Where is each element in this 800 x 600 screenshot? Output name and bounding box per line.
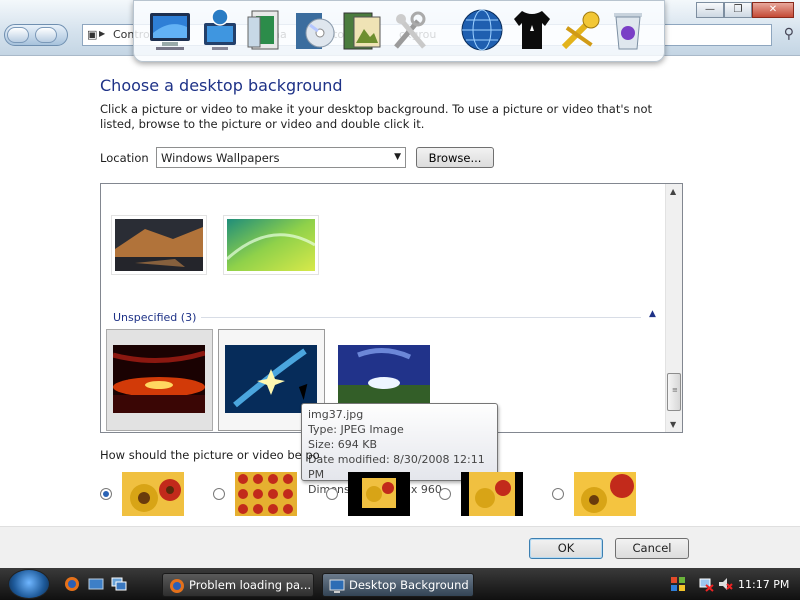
grip-icon: ≡ <box>672 386 678 394</box>
close-button[interactable]: ✕ <box>752 2 794 18</box>
search-icon[interactable]: ⚲ <box>784 26 794 42</box>
show-desktop-icon[interactable] <box>88 576 104 592</box>
maximize-button[interactable]: ❐ <box>724 2 752 18</box>
network-computer-icon[interactable] <box>198 7 242 53</box>
taskbar-item[interactable]: Problem loading pa... <box>162 573 314 597</box>
firefox-icon[interactable] <box>64 576 80 592</box>
scroll-up-icon[interactable]: ▲ <box>670 187 676 196</box>
radio-button[interactable] <box>552 488 564 500</box>
tooltip-size: Size: 694 KB <box>308 438 378 451</box>
firefox-icon <box>170 579 184 593</box>
wallpaper-image <box>113 345 205 413</box>
position-question: How should the picture or video be po <box>100 448 320 462</box>
location-dropdown[interactable]: Windows Wallpapers ▼ <box>156 147 406 168</box>
tools-icon[interactable] <box>388 7 432 53</box>
tshirt-icon[interactable] <box>510 7 554 53</box>
recycle-bin-icon[interactable] <box>606 7 650 53</box>
application-dock <box>133 0 665 62</box>
taskbar-item-active[interactable]: Desktop Background <box>322 573 474 597</box>
computer-icon[interactable] <box>148 7 192 53</box>
wallpaper-thumbnail[interactable] <box>111 215 207 275</box>
browse-button[interactable]: Browse... <box>416 147 494 168</box>
folder-icon: ▣ <box>87 28 98 41</box>
radio-button[interactable] <box>326 488 338 500</box>
network-disconnected-icon[interactable] <box>698 576 714 592</box>
sunflower-preview <box>122 472 184 516</box>
wrench-icon[interactable] <box>558 7 602 53</box>
sunflower-fit-preview <box>461 472 523 516</box>
chevron-right-icon: ▶ <box>99 29 106 38</box>
location-label: Location <box>100 151 149 165</box>
windows-update-icon[interactable] <box>670 576 686 592</box>
location-value: Windows Wallpapers <box>161 151 280 165</box>
window-controls: — ❐ ✕ <box>696 2 794 18</box>
pictures-icon[interactable] <box>340 7 384 53</box>
scrollbar-thumb[interactable]: ≡ <box>667 373 681 411</box>
ok-button[interactable]: OK <box>529 538 603 559</box>
back-button[interactable] <box>7 27 29 43</box>
tooltip-type: Type: JPEG Image <box>308 423 404 436</box>
navigation-buttons <box>4 24 68 46</box>
scroll-down-icon[interactable]: ▼ <box>670 420 676 429</box>
file-tooltip: img37.jpg Type: JPEG Image Size: 694 KB … <box>301 403 498 496</box>
radio-button[interactable] <box>213 488 225 500</box>
window-icon[interactable] <box>244 7 288 53</box>
radio-button[interactable] <box>100 488 112 500</box>
taskbar-item-label: Desktop Background <box>349 578 469 592</box>
clock[interactable]: 11:17 PM <box>738 578 789 591</box>
vertical-scrollbar[interactable]: ▲ ≡ ▼ <box>665 184 682 432</box>
media-disc-icon[interactable] <box>292 7 336 53</box>
taskbar-item-label: Problem loading pa... <box>189 578 312 592</box>
sunflower-centered-preview <box>348 472 410 516</box>
page-title: Choose a desktop background <box>100 76 343 95</box>
forward-button[interactable] <box>35 27 57 43</box>
sunflower-stretch-preview <box>574 472 636 516</box>
wallpaper-image <box>115 219 203 271</box>
globe-icon[interactable] <box>460 7 504 53</box>
collapse-icon[interactable]: ▲ <box>649 309 656 319</box>
sunflower-tiled-preview <box>235 472 297 516</box>
minimize-button[interactable]: — <box>696 2 724 18</box>
radio-button[interactable] <box>439 488 451 500</box>
wallpaper-gallery[interactable]: Unspecified (3) ▲ ▲ ≡ ▼ <box>100 183 683 433</box>
cancel-button[interactable]: Cancel <box>615 538 689 559</box>
start-button[interactable] <box>8 569 50 599</box>
group-header[interactable]: Unspecified (3) <box>113 311 196 324</box>
group-divider <box>201 317 641 318</box>
volume-muted-icon[interactable] <box>717 576 733 592</box>
wallpaper-image <box>338 345 430 403</box>
wallpaper-image <box>225 219 316 271</box>
wallpaper-thumbnail[interactable] <box>223 215 319 275</box>
wallpaper-thumbnail-selected[interactable] <box>106 329 213 431</box>
tooltip-filename: img37.jpg <box>308 408 364 421</box>
switch-windows-icon[interactable] <box>111 576 127 592</box>
display-icon <box>329 579 345 593</box>
page-description: Click a picture or video to make it your… <box>100 102 653 131</box>
chevron-down-icon: ▼ <box>394 152 401 162</box>
